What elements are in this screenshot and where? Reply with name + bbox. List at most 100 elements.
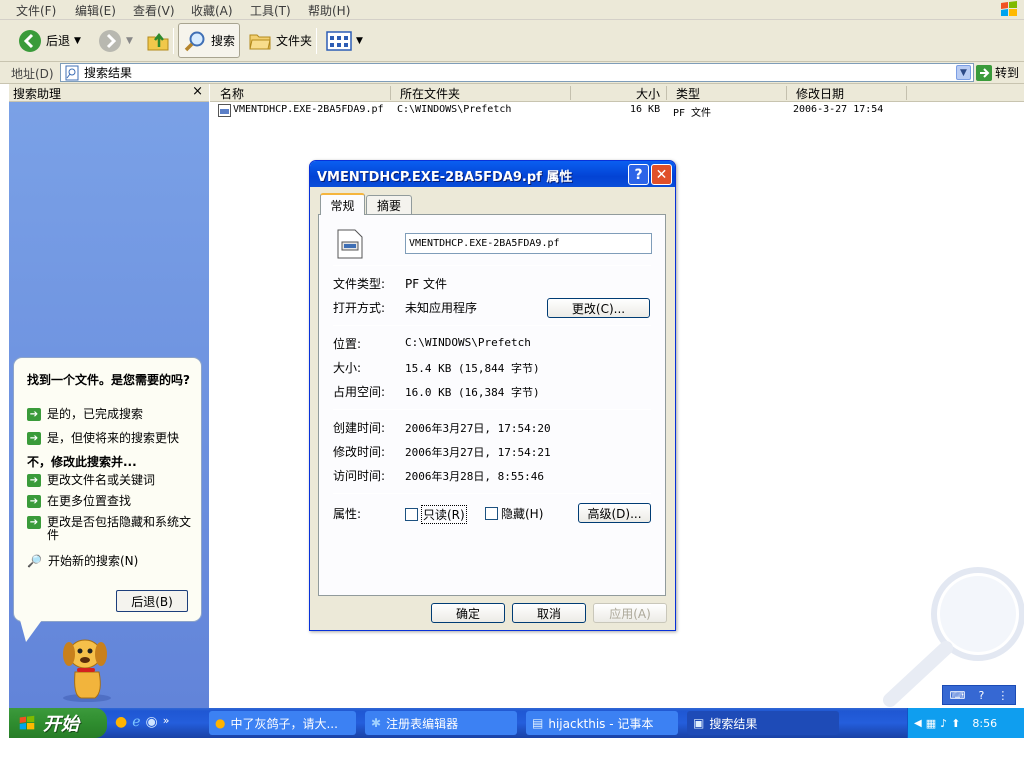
results-list-header: 名称 所在文件夹 大小 类型 修改日期 <box>210 84 1024 102</box>
volume-icon[interactable]: ♪ <box>940 717 947 730</box>
ok-button[interactable]: 确定 <box>431 603 505 623</box>
task-search-results[interactable]: ▣ 搜索结果 <box>687 711 839 735</box>
menu-favorites[interactable]: 收藏(A) <box>191 2 233 19</box>
network-icon[interactable]: ▦ <box>926 717 936 730</box>
filename-field[interactable]: VMENTDHCP.EXE-2BA5FDA9.pf <box>405 233 652 254</box>
magnifier-small-icon: 🔎 <box>27 554 42 568</box>
tab-general[interactable]: 常规 <box>320 193 365 215</box>
created-label: 创建时间: <box>333 421 386 435</box>
quick-launch-more-icon[interactable]: » <box>163 714 170 730</box>
readonly-checkbox[interactable]: 只读(R) <box>405 505 467 524</box>
media-icon[interactable]: ◉ <box>146 714 158 730</box>
search-pane-close-icon[interactable]: × <box>192 84 203 99</box>
menu-help[interactable]: 帮助(H) <box>308 2 350 19</box>
accessed-value: 2006年3月28日, 8:55:46 <box>405 470 544 483</box>
go-button[interactable]: 转到 <box>976 64 1019 81</box>
modified-label: 修改时间: <box>333 445 386 459</box>
option-yes-faster[interactable]: ➔ 是，但使将来的搜索更快 <box>27 432 179 445</box>
menu-tools[interactable]: 工具(T) <box>250 2 291 19</box>
menu-file[interactable]: 文件(F) <box>16 2 56 19</box>
windows-logo-icon <box>19 715 35 730</box>
close-button[interactable]: ✕ <box>651 164 672 185</box>
menu-bar: 文件(F) 编辑(E) 查看(V) 收藏(A) 工具(T) 帮助(H) <box>0 0 1024 20</box>
balloon-question: 找到一个文件。是您需要的吗? <box>27 373 190 387</box>
forward-button[interactable]: ▼ <box>94 23 137 58</box>
properties-dialog: VMENTDHCP.EXE-2BA5FDA9.pf 属性 ? ✕ 常规 摘要 V… <box>309 160 676 631</box>
quick-launch: ● ℯ ◉ » <box>115 714 169 730</box>
size-label: 大小: <box>333 361 362 375</box>
language-bar[interactable]: ⌨ ? ⋮ <box>942 685 1016 705</box>
balloon-back-button[interactable]: 后退(B) <box>116 590 188 612</box>
up-folder-button[interactable] <box>142 23 174 58</box>
hidden-checkbox[interactable]: 隐藏(H) <box>485 505 543 522</box>
tray-status-icon[interactable]: ⬆ <box>951 717 960 730</box>
tray-expand-icon[interactable]: ◀ <box>914 718 922 729</box>
system-tray: ◀ ▦ ♪ ⬆ 8:56 <box>907 708 1024 738</box>
views-button[interactable]: ▼ <box>322 23 367 58</box>
task-notepad[interactable]: ▤ hijackthis - 记事本 <box>526 711 678 735</box>
keyboard-icon[interactable]: ⌨ <box>950 689 966 702</box>
option-change-name[interactable]: ➔ 更改文件名或关键词 <box>27 474 155 487</box>
search-assistant-balloon: 找到一个文件。是您需要的吗? ➔ 是的，已完成搜索 ➔ 是，但使将来的搜索更快 不，… <box>13 357 202 622</box>
folders-button[interactable]: 文件夹 <box>244 23 316 58</box>
attributes-label: 属性: <box>333 507 362 521</box>
balloon-refine-heading: 不，修改此搜索并... <box>27 455 137 469</box>
option-yes-done[interactable]: ➔ 是的，已完成搜索 <box>27 408 143 421</box>
address-input[interactable]: 搜索结果 ▼ <box>60 63 974 82</box>
ie-icon[interactable]: ℯ <box>132 714 140 730</box>
forward-dropdown-icon[interactable]: ▼ <box>126 36 133 46</box>
column-modified[interactable]: 修改日期 <box>796 85 844 102</box>
readonly-checkbox-box[interactable] <box>405 508 418 521</box>
column-size[interactable]: 大小 <box>636 85 660 102</box>
column-type[interactable]: 类型 <box>676 85 700 102</box>
qq-icon[interactable]: ● <box>115 714 127 730</box>
change-button[interactable]: 更改(C)... <box>547 298 650 318</box>
search-pane-title: 搜索助理 <box>13 87 62 101</box>
help-icon[interactable]: ? <box>979 689 985 702</box>
location-value: C:\WINDOWS\Prefetch <box>405 336 531 349</box>
dialog-title: VMENTDHCP.EXE-2BA5FDA9.pf 属性 <box>317 170 573 185</box>
menu-view[interactable]: 查看(V) <box>133 2 175 19</box>
green-arrow-icon: ➔ <box>27 516 41 529</box>
clock[interactable]: 8:56 <box>972 717 997 730</box>
disk-size-value: 16.0 KB (16,384 字节) <box>405 386 540 399</box>
option-hidden-system[interactable]: ➔ 更改是否包括隐藏和系统文件 <box>27 516 195 542</box>
cell-type: PF 文件 <box>673 108 712 119</box>
file-type-icon <box>337 229 363 259</box>
cell-modified: 2006-3-27 17:54 <box>793 104 884 115</box>
start-button[interactable]: 开始 <box>9 708 107 738</box>
back-dropdown-icon[interactable]: ▼ <box>74 36 81 46</box>
search-dog-icon[interactable] <box>55 632 119 704</box>
task-registry-editor[interactable]: ✱ 注册表编辑器 <box>365 711 517 735</box>
dialog-title-bar[interactable]: VMENTDHCP.EXE-2BA5FDA9.pf 属性 ? ✕ <box>310 161 675 187</box>
help-button[interactable]: ? <box>628 164 649 185</box>
location-label: 位置: <box>333 337 362 351</box>
registry-icon: ✱ <box>371 716 382 730</box>
column-folder[interactable]: 所在文件夹 <box>400 85 460 102</box>
qq-icon: ● <box>215 716 226 730</box>
opens-with-value: 未知应用程序 <box>405 301 478 315</box>
apply-button[interactable]: 应用(A) <box>593 603 667 623</box>
menu-edit[interactable]: 编辑(E) <box>75 2 116 19</box>
cell-folder: C:\WINDOWS\Prefetch <box>397 104 512 115</box>
language-options-icon[interactable]: ⋮ <box>997 689 1008 702</box>
green-arrow-icon: ➔ <box>27 408 41 421</box>
tab-summary[interactable]: 摘要 <box>366 195 412 215</box>
column-name[interactable]: 名称 <box>220 85 244 102</box>
search-results-icon <box>65 65 79 80</box>
task-qq-chat[interactable]: ● 中了灰鸽子，请大... <box>209 711 356 735</box>
opens-with-label: 打开方式: <box>333 301 386 315</box>
table-row[interactable]: VMENTDHCP.EXE-2BA5FDA9.pf C:\WINDOWS\Pre… <box>210 103 910 119</box>
hidden-checkbox-box[interactable] <box>485 507 498 520</box>
disk-size-label: 占用空间: <box>333 385 386 399</box>
up-folder-icon <box>147 32 169 50</box>
option-new-search[interactable]: 🔎 开始新的搜索(N) <box>27 555 138 568</box>
address-dropdown-icon[interactable]: ▼ <box>956 65 971 80</box>
cancel-button[interactable]: 取消 <box>512 603 586 623</box>
advanced-button[interactable]: 高级(D)... <box>578 503 651 523</box>
back-button[interactable]: 后退 ▼ <box>14 23 85 58</box>
type-value: PF 文件 <box>405 277 447 291</box>
address-bar: 地址(D) 搜索结果 ▼ 转到 <box>0 62 1024 84</box>
search-button[interactable]: 搜索 <box>178 23 241 58</box>
option-more-locations[interactable]: ➔ 在更多位置查找 <box>27 495 131 508</box>
